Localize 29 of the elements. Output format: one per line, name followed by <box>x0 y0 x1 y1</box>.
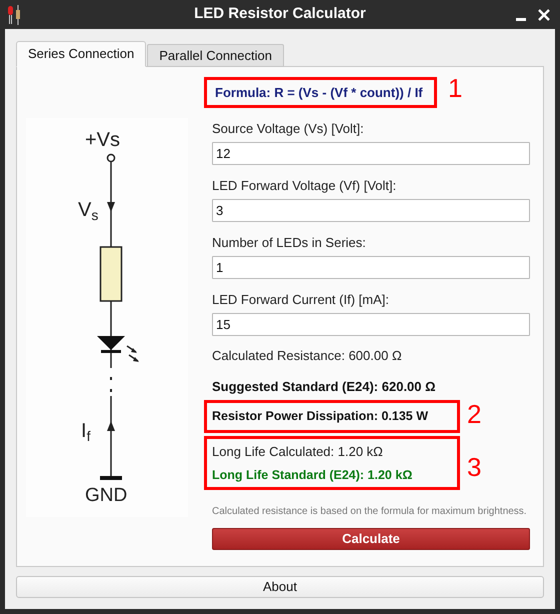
diagram-label: GND <box>85 486 128 505</box>
result-text: Suggested Standard (E24): 620.00 Ω <box>212 378 437 393</box>
field-label: LED Forward Voltage (Vf) [Volt]: <box>212 177 398 192</box>
field-label: LED Forward Current (If) [mA]: <box>212 291 390 306</box>
field-label: Number of LEDs in Series: <box>212 234 367 249</box>
calculate-button[interactable]: Calculate <box>212 528 530 550</box>
about-button[interactable]: About <box>16 576 544 598</box>
note-text: Calculated resistance is based on the formula for maximum brightness. <box>212 505 528 519</box>
window-title: LED Resistor Calculator <box>194 4 366 24</box>
result-text: Calculated Resistance: 600.00 Ω <box>212 347 403 362</box>
diagram-label: +Vs <box>85 130 120 150</box>
close-icon[interactable] <box>538 9 550 21</box>
formula-text: Formula: R = (Vs - (Vf * count)) / If <box>204 77 437 108</box>
input-field[interactable]: 1 <box>212 256 530 279</box>
diagram-label: V$_{s}$ <box>78 200 98 220</box>
led-resistor-icon <box>7 5 23 25</box>
input-field[interactable]: 3 <box>212 199 530 222</box>
diagram-label: I$_{f}$ <box>81 421 90 441</box>
callout-number: 2 <box>467 401 482 427</box>
result-text: Long Life Standard (E24): 1.20 kΩ <box>212 467 412 483</box>
input-field[interactable]: 12 <box>212 142 530 165</box>
callout-number: 3 <box>467 454 482 480</box>
field-label: Source Voltage (Vs) [Volt]: <box>212 120 365 135</box>
result-text: Resistor Power Dissipation: 0.135 W <box>212 408 428 424</box>
input-field[interactable]: 15 <box>212 313 530 336</box>
callout-number: 1 <box>448 75 462 101</box>
result-text: Long Life Calculated: 1.20 kΩ <box>212 444 383 460</box>
tab[interactable]: Parallel Connection <box>147 44 284 67</box>
tab[interactable]: Series Connection <box>16 41 146 67</box>
